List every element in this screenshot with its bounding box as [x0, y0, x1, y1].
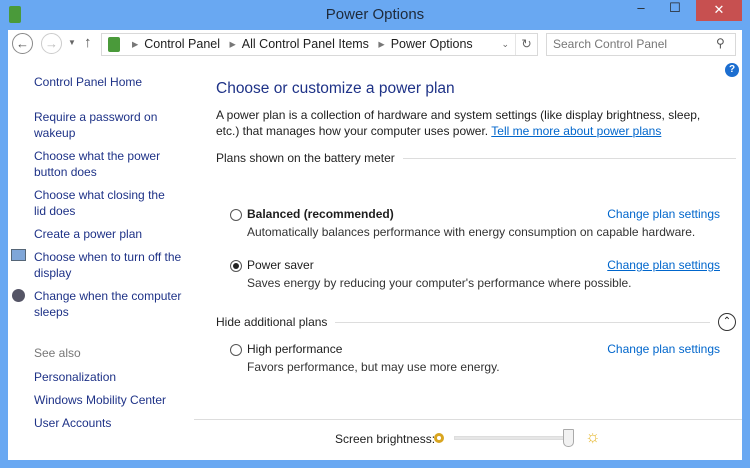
change-plan-settings-link[interactable]: Change plan settings [607, 258, 720, 272]
up-button[interactable]: ↑ [84, 34, 92, 51]
see-also-personalization[interactable]: Personalization [34, 369, 116, 385]
breadcrumb-power-options[interactable]: Power Options [391, 37, 473, 51]
bright-sun-icon: ☼ [585, 427, 601, 446]
sidebar-closing-lid[interactable]: Choose what closing the lid does [34, 187, 179, 219]
section-label: Plans shown on the battery meter [216, 151, 395, 165]
plan-radio-balanced[interactable] [230, 209, 242, 221]
refresh-button[interactable]: ↻ [515, 34, 537, 55]
breadcrumb-control-panel[interactable]: Control Panel [144, 37, 220, 51]
navigation-bar: ← → ▼ ↑ ▸ Control Panel ▸ All Control Pane… [8, 30, 742, 60]
brightness-slider-thumb[interactable] [563, 429, 575, 447]
window-content: ← → ▼ ↑ ▸ Control Panel ▸ All Control Pane… [8, 30, 742, 460]
sidebar: Control Panel Home Require a password on… [11, 74, 199, 430]
sidebar-turn-off-display[interactable]: Choose when to turn off the display [34, 249, 184, 281]
divider [402, 157, 736, 159]
plan-radio-high-performance[interactable] [230, 344, 242, 356]
collapse-chevron-icon[interactable]: ⌃ [718, 313, 736, 331]
intro-text: A power plan is a collection of hardware… [216, 107, 716, 139]
close-button[interactable]: ✕ [696, 0, 742, 21]
search-input[interactable]: Search Control Panel [546, 33, 736, 56]
plan-description: Favors performance, but may use more ene… [247, 360, 500, 374]
divider [335, 321, 710, 323]
section-label[interactable]: Hide additional plans [216, 315, 327, 329]
power-options-icon [108, 37, 120, 52]
search-icon[interactable]: ⚲ [716, 36, 725, 50]
sidebar-require-password[interactable]: Require a password on wakeup [34, 109, 159, 141]
learn-more-link[interactable]: Tell me more about power plans [491, 124, 661, 138]
sidebar-computer-sleeps[interactable]: Change when the computer sleeps [34, 288, 184, 320]
see-also-mobility-center[interactable]: Windows Mobility Center [34, 392, 166, 408]
change-plan-settings-link[interactable]: Change plan settings [607, 207, 720, 221]
plan-name: Power saver [247, 258, 314, 272]
display-icon [11, 249, 26, 261]
title-bar: Power Options – ☐ ✕ [0, 0, 750, 30]
plan-description: Saves energy by reducing your computer's… [247, 276, 632, 290]
plan-name: Balanced (recommended) [247, 207, 394, 221]
forward-button[interactable]: → [41, 33, 62, 54]
plan-name: High performance [247, 342, 343, 356]
address-dropdown-icon[interactable]: ⌄ [501, 34, 509, 55]
brightness-slider[interactable] [454, 429, 575, 447]
dim-brightness-icon [434, 433, 444, 443]
change-plan-settings-link[interactable]: Change plan settings [607, 342, 720, 356]
sidebar-create-plan[interactable]: Create a power plan [34, 226, 199, 242]
see-also-user-accounts[interactable]: User Accounts [34, 415, 111, 431]
section-battery-meter: Plans shown on the battery meter [216, 151, 736, 165]
sleep-moon-icon [12, 289, 25, 302]
plan-radio-power-saver[interactable] [230, 260, 242, 272]
sidebar-control-panel-home[interactable]: Control Panel Home [34, 74, 199, 90]
page-title: Choose or customize a power plan [216, 80, 455, 97]
breadcrumb-all-items[interactable]: All Control Panel Items [242, 37, 369, 51]
address-bar[interactable]: ▸ Control Panel ▸ All Control Panel Items … [101, 33, 538, 56]
sidebar-power-button[interactable]: Choose what the power button does [34, 148, 194, 180]
section-hide-additional: Hide additional plans ⌃ [216, 313, 736, 331]
main-content: Choose or customize a power plan A power… [216, 80, 736, 374]
help-icon[interactable]: ? [725, 63, 739, 77]
maximize-button[interactable]: ☐ [662, 0, 688, 21]
recent-pages-chevron-icon[interactable]: ▼ [68, 38, 76, 47]
see-also-label: See also [34, 346, 81, 360]
plan-description: Automatically balances performance with … [247, 225, 696, 239]
brightness-label: Screen brightness: [335, 432, 436, 446]
back-button[interactable]: ← [12, 33, 33, 54]
minimize-button[interactable]: – [628, 0, 654, 21]
brightness-bar: Screen brightness: ☼ [194, 419, 742, 460]
